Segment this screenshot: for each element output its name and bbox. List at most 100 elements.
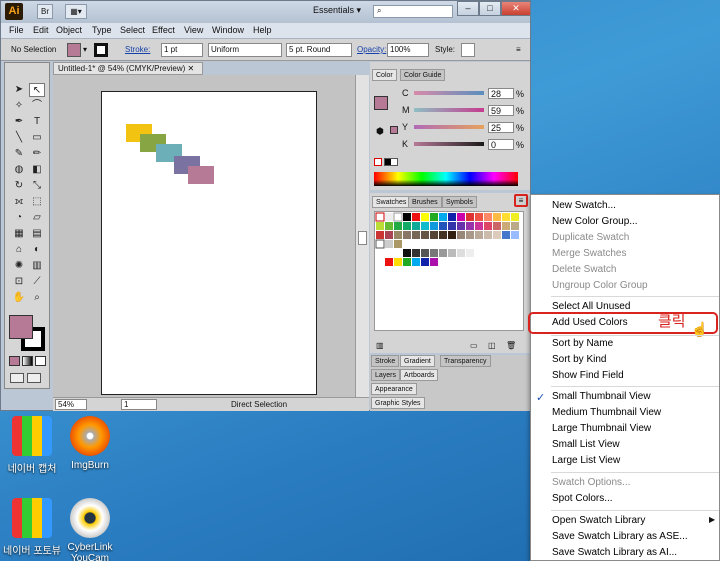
cyan-slider[interactable] [414, 91, 484, 95]
black-white-swatches[interactable] [384, 158, 398, 166]
menu-select[interactable]: Select [120, 25, 145, 35]
draw-mode-icon[interactable] [10, 373, 24, 383]
menu-item-save-library-ai[interactable]: Save Swatch Library as AI... [552, 547, 677, 558]
menu-item-select-all-unused[interactable]: Select All Unused [552, 301, 630, 312]
swatch-grid[interactable] [374, 211, 524, 331]
tab-swatches[interactable]: Swatches [372, 196, 411, 208]
desktop-icon-imgburn[interactable]: ImgBurn [58, 416, 122, 471]
stroke-swatch[interactable] [94, 43, 108, 57]
pencil-icon[interactable]: ✏ [29, 147, 45, 161]
color-mode-button[interactable] [9, 356, 20, 366]
document-tab[interactable]: Untitled-1* @ 54% (CMYK/Preview) ✕ [53, 62, 203, 75]
delete-swatch-icon[interactable]: 🗑 [506, 341, 516, 350]
swatch-library-menu-icon[interactable]: ▥ [376, 341, 384, 350]
tab-color[interactable]: Color [372, 69, 397, 81]
maximize-button[interactable]: □ [479, 1, 501, 16]
tab-transparency[interactable]: Transparency [440, 355, 491, 367]
hand-tool-icon[interactable]: ✋ [11, 291, 27, 305]
brush-definition[interactable]: 5 pt. Round [286, 43, 352, 57]
tab-appearance[interactable]: Appearance [371, 383, 417, 395]
workspace-switcher[interactable]: Essentials ▾ [313, 5, 361, 16]
close-button[interactable]: ✕ [501, 1, 531, 16]
menu-item-save-library-ase[interactable]: Save Swatch Library as ASE... [552, 531, 688, 542]
menu-item-small-thumbnail-view[interactable]: Small Thumbnail View [552, 391, 651, 402]
tab-artboards[interactable]: Artboards [400, 369, 439, 381]
yellow-slider[interactable] [414, 125, 484, 129]
color-fill-box[interactable] [374, 96, 388, 110]
minimize-button[interactable]: – [457, 1, 479, 16]
tab-graphic-styles[interactable]: Graphic Styles [371, 397, 425, 409]
column-graph-icon[interactable]: ▥ [29, 259, 45, 273]
bridge-button[interactable]: Br [37, 4, 53, 19]
width-tool-icon[interactable]: ⟗ [11, 195, 27, 209]
artboard-number-field[interactable]: 1 [121, 399, 157, 410]
opacity-label[interactable]: Opacity: [357, 45, 386, 54]
pink-rectangle[interactable] [188, 166, 214, 184]
line-tool-icon[interactable]: ╲ [11, 131, 27, 145]
tab-gradient[interactable]: Gradient [400, 355, 435, 367]
tab-brushes[interactable]: Brushes [408, 196, 442, 208]
menu-window[interactable]: Window [212, 25, 244, 35]
tab-color-guide[interactable]: Color Guide [400, 69, 446, 81]
menu-item-new-swatch[interactable]: New Swatch... [552, 200, 616, 211]
menu-file[interactable]: File [9, 25, 24, 35]
artboard[interactable] [101, 91, 317, 395]
pen-tool-icon[interactable]: ✒ [11, 115, 27, 129]
graphic-style-swatch[interactable] [461, 43, 475, 57]
magenta-slider[interactable] [414, 108, 484, 112]
menu-effect[interactable]: Effect [152, 25, 175, 35]
vertical-scrollbar[interactable] [355, 75, 369, 397]
rectangle-tool-icon[interactable]: ▭ [29, 131, 45, 145]
artboard-tool-icon[interactable]: ⊡ [11, 275, 27, 289]
black-slider[interactable] [414, 142, 484, 146]
desktop-icon-naver-capture[interactable]: 네이버 캡처 [0, 416, 64, 475]
menu-item-large-list-view[interactable]: Large List View [552, 455, 620, 466]
tab-stroke[interactable]: Stroke [371, 355, 400, 367]
cmyk-small-swatch[interactable] [390, 126, 398, 134]
stroke-label[interactable]: Stroke: [125, 45, 150, 54]
menu-type[interactable]: Type [92, 25, 112, 35]
desktop-icon-cyberlink-youcam[interactable]: CyberLink YouCam [58, 498, 122, 561]
channel-value[interactable]: 28 [488, 88, 514, 99]
magic-wand-icon[interactable]: ✧ [11, 99, 27, 113]
none-mode-button[interactable] [35, 356, 46, 366]
lasso-icon[interactable]: ⌒ [29, 99, 45, 113]
perspective-grid-icon[interactable]: ▱ [29, 211, 45, 225]
gradient-tool-icon[interactable]: ▤ [29, 227, 45, 241]
type-tool-icon[interactable]: T [29, 115, 45, 129]
menu-view[interactable]: View [184, 25, 203, 35]
stroke-weight-field[interactable]: 1 pt [161, 43, 203, 57]
menu-item-spot-colors[interactable]: Spot Colors... [552, 493, 613, 504]
direct-selection-tool-icon[interactable]: ↖ [29, 83, 45, 97]
color-spectrum-bar[interactable] [374, 172, 518, 186]
menu-item-open-swatch-library[interactable]: Open Swatch Library [552, 515, 645, 526]
opacity-field[interactable]: 100% [387, 43, 429, 57]
shape-builder-icon[interactable]: ◔ [11, 211, 27, 225]
free-transform-icon[interactable]: ⬚ [29, 195, 45, 209]
rotate-tool-icon[interactable]: ↻ [11, 179, 27, 193]
menu-item-sort-by-name[interactable]: Sort by Name [552, 338, 613, 349]
menu-edit[interactable]: Edit [33, 25, 49, 35]
eyedropper-icon[interactable]: ⌂ [11, 243, 27, 257]
tab-symbols[interactable]: Symbols [442, 196, 477, 208]
menu-item-small-list-view[interactable]: Small List View [552, 439, 620, 450]
symbol-sprayer-icon[interactable]: ✺ [11, 259, 27, 273]
channel-value[interactable]: 25 [488, 122, 514, 133]
slice-tool-icon[interactable]: ⟋ [29, 275, 45, 289]
fill-color-box[interactable] [9, 315, 33, 339]
menu-item-new-color-group[interactable]: New Color Group... [552, 216, 638, 227]
desktop-icon-naver-photoviewer[interactable]: 네이버 포토뷰 [0, 498, 64, 557]
swatch-tiles[interactable] [375, 212, 523, 282]
zoom-level-field[interactable]: 54% [55, 399, 87, 410]
scale-tool-icon[interactable]: ⤡ [29, 179, 45, 193]
menu-item-sort-by-kind[interactable]: Sort by Kind [552, 354, 606, 365]
canvas-area[interactable] [53, 75, 355, 397]
gradient-mode-button[interactable] [22, 356, 33, 366]
variable-width-profile[interactable]: Uniform [208, 43, 282, 57]
channel-value[interactable]: 59 [488, 105, 514, 116]
cmyk-cube-icon[interactable]: ⬢ [376, 126, 384, 137]
eraser-icon[interactable]: ◧ [29, 163, 45, 177]
panel-menu-button[interactable]: ≡ [514, 194, 528, 207]
none-color-icon[interactable] [374, 158, 382, 166]
zoom-tool-icon[interactable]: ⌕ [29, 291, 45, 305]
